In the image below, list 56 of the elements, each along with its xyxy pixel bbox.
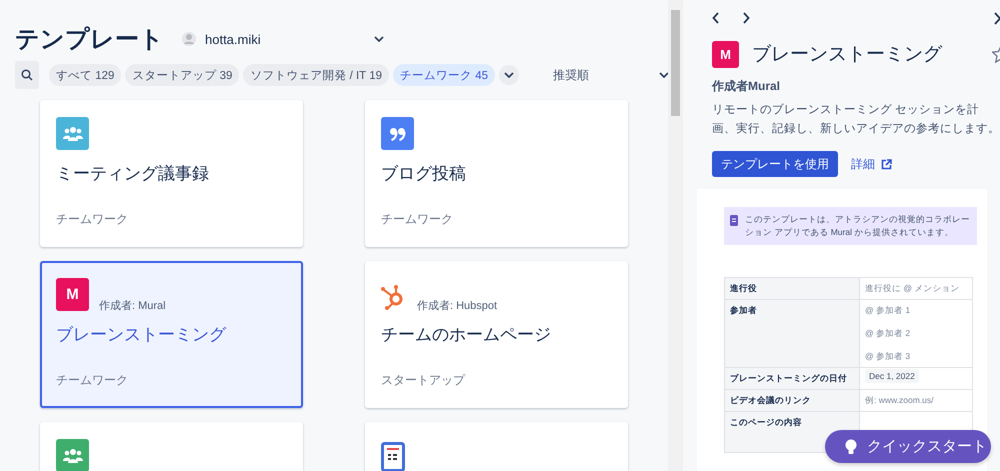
chevron-down-icon bbox=[658, 72, 669, 78]
user-selector[interactable]: hotta.miki bbox=[181, 31, 384, 47]
details-link[interactable]: 詳細 bbox=[851, 156, 875, 172]
category-label: スタートアップ bbox=[381, 372, 465, 389]
placeholder-text: @ 参加者 3 bbox=[865, 350, 912, 363]
info-text: このテンプレートは、アトラシアンの視覚的コラボレーション アプリである Mural から提供されています。 bbox=[745, 213, 971, 239]
logo-icon: M bbox=[56, 278, 89, 311]
table-header-cell: 進行役 bbox=[724, 278, 860, 300]
author-label: 作成者Mural bbox=[710, 78, 782, 95]
lightbulb-icon bbox=[845, 438, 857, 454]
card-title: ミーティング議事録 bbox=[56, 163, 210, 185]
author-label: 作成者: Hubspot bbox=[417, 299, 498, 313]
more-filters-button[interactable] bbox=[498, 65, 519, 85]
chevron-down-icon bbox=[504, 72, 514, 78]
table-header-cell: ブレーンストーミングの日付 bbox=[724, 368, 860, 390]
date-chip: Dec 1, 2022 bbox=[865, 369, 919, 383]
table-header-cell: 参加者 bbox=[724, 300, 860, 368]
template-title: ブレーンストーミング bbox=[752, 43, 942, 67]
quickstart-button[interactable]: クイックスタート bbox=[825, 430, 991, 463]
chevron-down-icon bbox=[374, 36, 384, 42]
template-card[interactable]: ミーティング議事録 チームワーク bbox=[40, 100, 303, 247]
filter-chip[interactable]: すべて 129 bbox=[49, 64, 122, 86]
sort-label: 推奨順 bbox=[552, 66, 589, 84]
page-title: テンプレート bbox=[15, 25, 164, 55]
star-icon[interactable] bbox=[992, 45, 1000, 63]
use-template-button[interactable]: テンプレートを使用 bbox=[712, 151, 838, 177]
avatar-icon bbox=[181, 31, 197, 47]
placeholder-text: @ 参加者 2 bbox=[865, 327, 912, 340]
template-description: リモートのブレーンストーミング セッションを計画、実行、記録し、新しいアイデアの参考にします。 bbox=[712, 102, 1000, 137]
search-button[interactable] bbox=[15, 61, 39, 89]
template-card[interactable]: M 作成者: Mural ブレーンストーミング チームワーク bbox=[40, 261, 303, 408]
back-icon[interactable] bbox=[712, 12, 720, 24]
filter-chip[interactable]: チームワーク 45 bbox=[392, 64, 495, 86]
forward-icon[interactable] bbox=[742, 12, 750, 24]
card-title: ブレーンストーミング bbox=[56, 324, 228, 346]
author-label: 作成者: Mural bbox=[99, 299, 166, 313]
close-icon[interactable] bbox=[994, 12, 1000, 24]
logo-icon: M bbox=[712, 40, 739, 68]
placeholder-text: @ 参加者 1 bbox=[865, 304, 912, 317]
external-link-icon bbox=[881, 158, 892, 170]
placeholder-text: 例: www.zoom.us/ bbox=[865, 394, 935, 407]
table-header-cell: ビデオ会議のリンク bbox=[724, 390, 860, 412]
card-title: ブログ投稿 bbox=[381, 163, 467, 185]
placeholder-text: 進行役に @ メンション bbox=[865, 282, 960, 295]
category-label: チームワーク bbox=[56, 372, 128, 389]
filter-chip[interactable]: ソフトウェア開発 / IT 19 bbox=[243, 64, 389, 86]
sort-dropdown[interactable]: 推奨順 bbox=[552, 66, 669, 84]
template-card[interactable]: 作成者: Hubspot チームのホームページ スタートアップ bbox=[365, 261, 628, 408]
note-icon bbox=[730, 215, 738, 226]
search-icon bbox=[21, 69, 33, 81]
card-title: チームのホームページ bbox=[381, 324, 552, 346]
filter-chip[interactable]: スタートアップ 39 bbox=[125, 64, 240, 86]
category-label: チームワーク bbox=[381, 211, 453, 228]
template-card[interactable]: ブログ投稿 チームワーク bbox=[365, 100, 628, 247]
scrollbar[interactable] bbox=[668, 0, 683, 471]
category-label: チームワーク bbox=[56, 211, 128, 228]
